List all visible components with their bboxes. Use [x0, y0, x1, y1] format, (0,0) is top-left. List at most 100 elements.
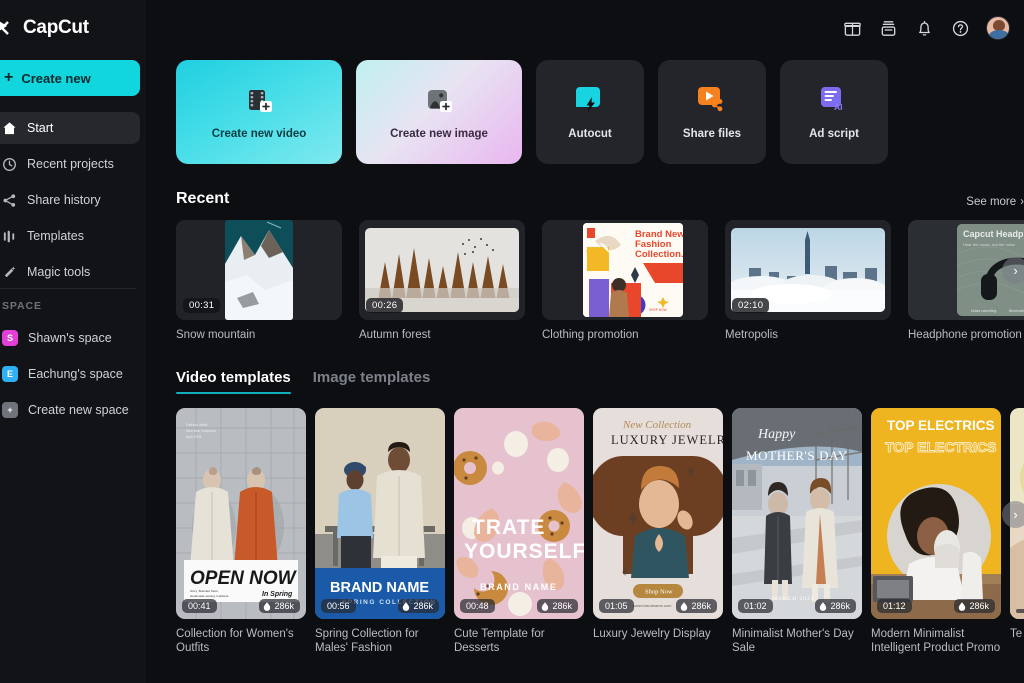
sidebar-item-share-history[interactable]: Share history [0, 184, 140, 216]
create-new-button[interactable]: + Create new [0, 60, 140, 96]
template-card-desserts[interactable]: TRATE YOURSELF BRAND NAME 00:48 286k Cut… [454, 408, 584, 656]
sidebar-create-new-space[interactable]: + Create new space [0, 394, 140, 426]
help-icon[interactable] [950, 18, 970, 38]
autocut-card[interactable]: Autocut [536, 60, 644, 164]
tab-video-templates[interactable]: Video templates [176, 369, 291, 394]
thumbnail: BRAND NAME SPRING COLLECTION 00:56 286k [315, 408, 445, 619]
duration-badge [1016, 609, 1024, 613]
recent-scroll-right-button[interactable]: › [1002, 257, 1024, 284]
tab-label: Video templates [176, 369, 291, 386]
templates-scroll-right-button[interactable]: › [1002, 501, 1024, 528]
likes-count: 286k [830, 601, 850, 611]
tab-image-templates[interactable]: Image templates [313, 369, 431, 394]
thumbnail: TRATE YOURSELF BRAND NAME 00:48 286k [454, 408, 584, 619]
thumbnail: Brand New Fashion Collection. SHOP NOW [542, 220, 708, 320]
likes-count: 286k [969, 601, 989, 611]
templates-icon [2, 229, 17, 244]
svg-text:Bluetooth 5.3: Bluetooth 5.3 [1009, 309, 1024, 313]
template-card-partial[interactable]: Te up [1010, 408, 1024, 656]
content-scroll-area: Create new video Create new image Autocu… [146, 60, 1024, 656]
sidebar-item-label: Share history [27, 193, 101, 207]
svg-text:Hear the music, not the noise: Hear the music, not the noise [963, 242, 1016, 247]
sidebar-item-templates[interactable]: Templates [0, 220, 140, 252]
bell-icon[interactable] [914, 18, 934, 38]
template-label: Cute Template for Desserts [454, 628, 545, 655]
create-new-image-card[interactable]: Create new image [356, 60, 522, 164]
likes-badge: 286k [537, 599, 578, 613]
sidebar-divider [0, 288, 136, 289]
duration-badge: 00:31 [183, 298, 221, 313]
svg-text:New look Collection: New look Collection [186, 429, 216, 433]
likes-badge: 286k [398, 599, 439, 613]
share-files-card[interactable]: Share files [658, 60, 766, 164]
inbox-icon[interactable] [878, 18, 898, 38]
film-plus-icon [242, 84, 276, 118]
recent-item-autumn-forest[interactable]: 00:26 Autumn forest [359, 220, 525, 341]
thumbnail: New Collection LUXURY JEWELRY Shop Now w… [593, 408, 723, 619]
templates-tabs: Video templates Image templates [176, 369, 1024, 394]
svg-text:AI: AI [834, 102, 843, 112]
card-label: Create new video [211, 128, 307, 140]
template-label: Collection for Women's Outfits [176, 628, 294, 655]
likes-badge: 286k [815, 599, 856, 613]
template-card-mothers-day[interactable]: Happy MOTHER'S DAY MARCH 2023 01:02 286k [732, 408, 862, 656]
thumbnail: Fashion Week New look Collection April 2… [176, 408, 306, 619]
template-card-top-electrics[interactable]: TOP ELECTRICS TOP ELECTRICS 01:12 286k M… [871, 408, 1001, 656]
sidebar-item-label: Templates [27, 229, 84, 243]
like-icon [402, 601, 410, 611]
template-card-males-fashion[interactable]: BRAND NAME SPRING COLLECTION 00:56 286k … [315, 408, 445, 656]
thumbnail: TOP ELECTRICS TOP ELECTRICS 01:12 286k [871, 408, 1001, 619]
gift-icon[interactable] [842, 18, 862, 38]
see-more-link[interactable]: See more › [966, 196, 1024, 208]
plus-icon: + [2, 402, 18, 418]
likes-badge: 286k [954, 599, 995, 613]
space-avatar: E [2, 366, 18, 382]
chevron-right-icon: › [1020, 196, 1024, 208]
svg-text:Happy: Happy [757, 427, 796, 442]
recent-item-label: Headphone promotion [908, 329, 1022, 341]
svg-text:OPEN NOW: OPEN NOW [190, 568, 298, 589]
svg-text:TOP ELECTRICS: TOP ELECTRICS [885, 439, 997, 455]
autocut-icon [573, 84, 607, 118]
recent-item-clothing-promotion[interactable]: Brand New Fashion Collection. SHOP NOW C… [542, 220, 708, 341]
card-label: Autocut [568, 128, 612, 140]
recent-projects-row: 00:31 Snow mountain 00:26 Autumn forest … [176, 220, 1024, 341]
svg-text:Noise canceling: Noise canceling [971, 309, 996, 313]
duration-badge: 01:02 [738, 599, 773, 613]
see-more-label: See more [966, 196, 1017, 208]
sidebar-space-eachung[interactable]: E Eachung's space [0, 358, 140, 390]
duration-badge: 01:12 [877, 599, 912, 613]
template-card-women-outfits[interactable]: Fashion Week New look Collection April 2… [176, 408, 306, 656]
avatar[interactable] [986, 16, 1010, 40]
svg-text:MARCH 2023: MARCH 2023 [772, 596, 815, 602]
sidebar-item-magic-tools[interactable]: Magic tools [0, 256, 140, 288]
sidebar-item-label: Magic tools [27, 265, 91, 279]
page-title: Recent [176, 190, 230, 207]
thumbnail: Happy MOTHER'S DAY MARCH 2023 01:02 286k [732, 408, 862, 619]
recent-item-label: Clothing promotion [542, 329, 639, 341]
likes-count: 286k [552, 601, 572, 611]
template-card-jewelry[interactable]: New Collection LUXURY JEWELRY Shop Now w… [593, 408, 723, 656]
recent-item-label: Autumn forest [359, 329, 431, 341]
ad-script-card[interactable]: AI Ad script [780, 60, 888, 164]
duration-badge: 00:41 [182, 599, 217, 613]
template-label: Minimalist Mother's Day Sale [732, 628, 854, 655]
template-label: Modern Minimalist Intelligent Product Pr… [871, 628, 1001, 655]
recent-item-snow-mountain[interactable]: 00:31 Snow mountain [176, 220, 342, 341]
create-new-video-card[interactable]: Create new video [176, 60, 342, 164]
svg-text:Glory, Branded Store,: Glory, Branded Store, [190, 589, 219, 593]
sidebar-item-recent-projects[interactable]: Recent projects [0, 148, 140, 180]
svg-text:BRAND NAME: BRAND NAME [330, 580, 429, 596]
space-label: Shawn's space [28, 331, 112, 345]
tab-label: Image templates [312, 369, 431, 386]
like-icon [958, 601, 966, 611]
duration-badge: 00:48 [460, 599, 495, 613]
sidebar-space-shawn[interactable]: S Shawn's space [0, 322, 140, 354]
app-logo[interactable]: CapCut [0, 0, 146, 56]
image-plus-icon [422, 84, 456, 118]
svg-text:Handmade sewing, lookbook: Handmade sewing, lookbook [190, 594, 229, 598]
duration-badge: 02:10 [732, 298, 770, 313]
recent-item-metropolis[interactable]: 02:10 Metropolis [725, 220, 891, 341]
sidebar-item-start[interactable]: Start [0, 112, 140, 144]
svg-text:In Spring: In Spring [262, 591, 293, 598]
